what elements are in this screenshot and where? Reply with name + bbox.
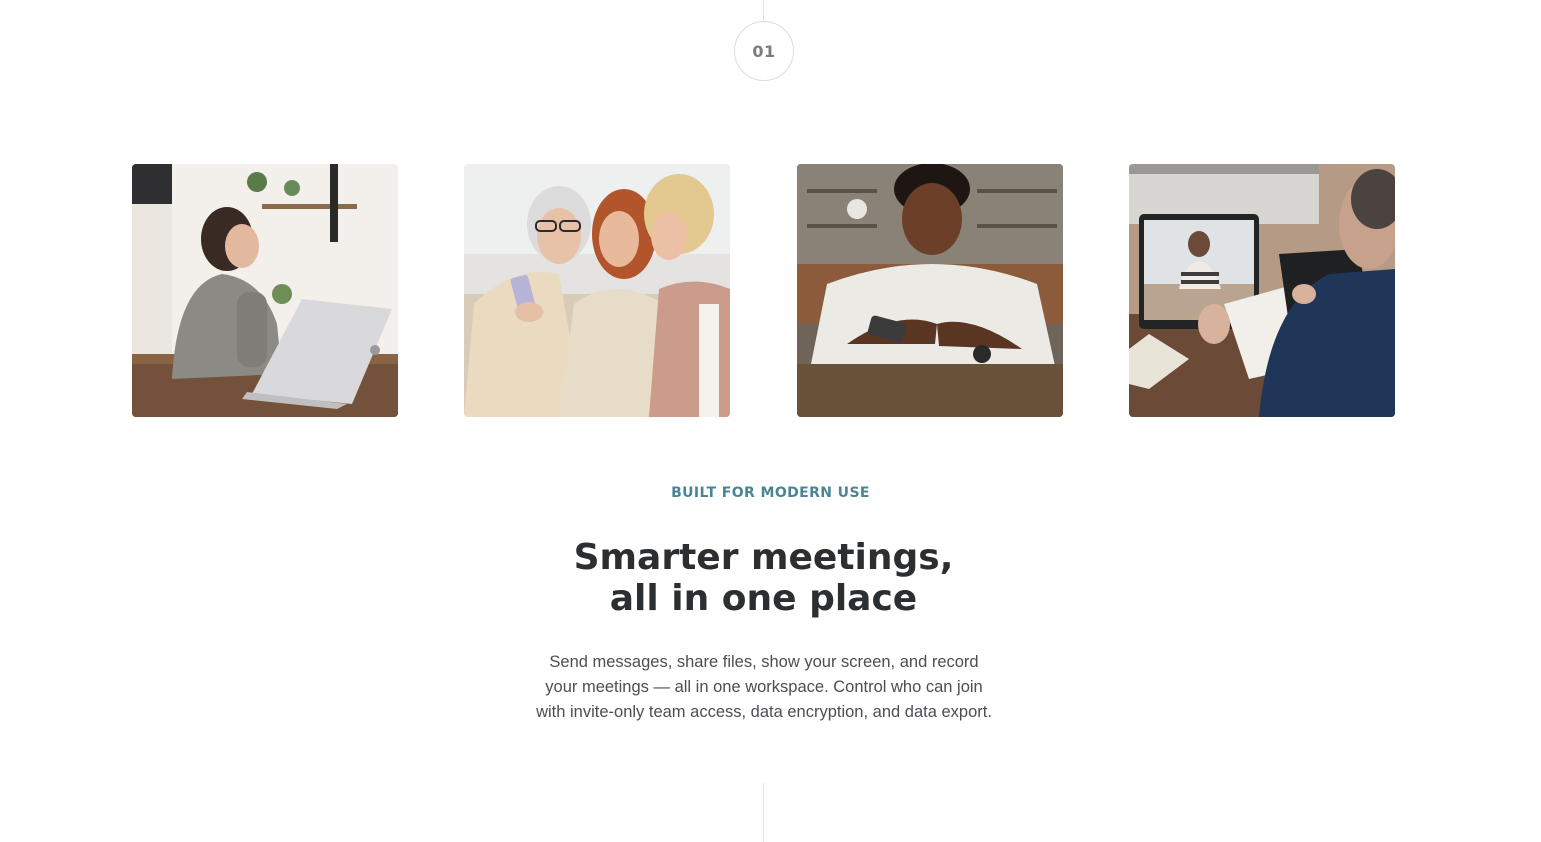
women-phone-image: [464, 164, 730, 417]
timeline-line-bottom: [763, 783, 764, 842]
video-call-image: [1129, 164, 1395, 417]
section-headline: Smarter meetings, all in one place: [0, 537, 1527, 619]
photo-video-call: [1129, 164, 1395, 417]
photo-woman-laptop: [132, 164, 398, 417]
headline-line-2: all in one place: [609, 578, 918, 619]
photo-man-phone: [797, 164, 1063, 417]
woman-laptop-image: [132, 164, 398, 417]
section-eyebrow: BUILT FOR MODERN USE: [671, 485, 870, 501]
section-description: Send messages, share files, show your sc…: [536, 653, 992, 721]
man-phone-image: [797, 164, 1063, 417]
timeline-line-top: [763, 0, 764, 22]
photo-women-phone: [464, 164, 730, 417]
headline-line-1: Smarter meetings,: [573, 537, 954, 578]
step-number-badge: 01: [734, 21, 794, 81]
